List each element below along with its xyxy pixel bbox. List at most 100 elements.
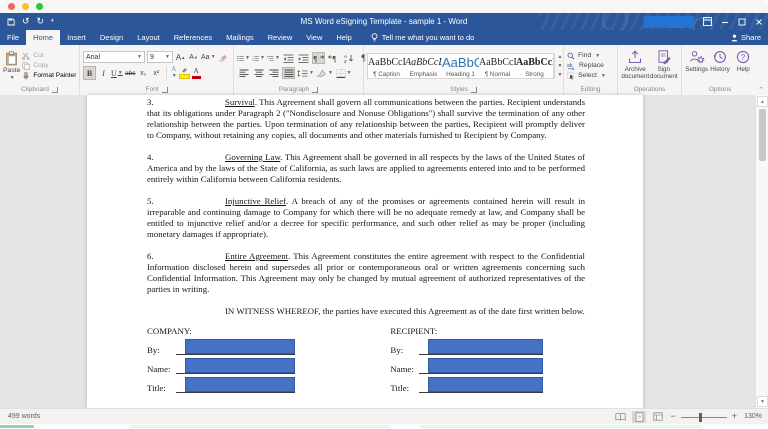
titlebar-controls [644, 13, 763, 30]
vertical-scrollbar[interactable]: ▲ ▼ [755, 95, 768, 408]
scroll-up-icon[interactable]: ▲ [757, 96, 768, 107]
font-size-combobox[interactable]: 9▼ [147, 51, 173, 63]
select-button[interactable]: Select▼ [567, 72, 606, 80]
tab-references[interactable]: References [167, 30, 219, 45]
clear-formatting-icon[interactable] [218, 53, 228, 62]
tab-layout[interactable]: Layout [130, 30, 167, 45]
highlight-color-button[interactable] [179, 67, 190, 79]
redo-icon[interactable]: ↻ [37, 17, 45, 26]
font-family-combobox[interactable]: Arial▼ [83, 51, 145, 63]
tab-insert[interactable]: Insert [60, 30, 93, 45]
align-center-button[interactable] [252, 67, 265, 79]
style-chip-heading1[interactable]: AaBbCcHeading 1 [442, 54, 479, 78]
find-button[interactable]: Find▼ [567, 52, 606, 60]
align-left-button[interactable] [237, 67, 250, 79]
decrease-indent-button[interactable] [282, 52, 295, 64]
italic-button[interactable]: I [98, 67, 109, 79]
tab-file[interactable]: File [0, 30, 26, 45]
sign-in-area[interactable] [644, 16, 694, 28]
web-layout-button[interactable] [651, 411, 665, 423]
underline-button[interactable]: U▼ [111, 67, 123, 79]
sort-button[interactable]: AZ [342, 52, 355, 64]
word-count[interactable]: 499 words [8, 409, 40, 424]
subscript-button[interactable]: x₂ [138, 67, 149, 79]
styles-dialog-launcher[interactable] [471, 87, 477, 93]
esign-field[interactable] [428, 377, 543, 392]
paragraph-number: 3. [147, 97, 225, 108]
font-dialog-launcher[interactable] [162, 87, 168, 93]
archive-document-button[interactable]: Archive document [621, 47, 650, 84]
signature-line [419, 376, 543, 393]
multilevel-list-button[interactable]: ▼ [267, 52, 280, 64]
cut-button[interactable]: Cut [22, 52, 76, 60]
restore-icon[interactable] [738, 18, 746, 26]
tell-me-box[interactable]: Tell me what you want to do [371, 30, 475, 45]
style-chip-normal[interactable]: AaBbCcDd¶ Normal [479, 54, 516, 78]
esign-field[interactable] [428, 339, 543, 354]
paragraph-dialog-launcher[interactable] [312, 87, 318, 93]
change-case-button[interactable]: Aa▼ [201, 51, 216, 63]
tab-mailings[interactable]: Mailings [219, 30, 261, 45]
zoom-in-icon[interactable]: + [732, 412, 737, 421]
ltr-direction-button[interactable]: ¶ [312, 52, 325, 64]
scrollbar-thumb[interactable] [759, 109, 766, 161]
collapse-ribbon-icon[interactable]: ⌃ [758, 86, 764, 94]
increase-indent-button[interactable] [297, 52, 310, 64]
style-chip-caption[interactable]: AaBbCcI¶ Caption [368, 54, 405, 78]
replace-button[interactable]: abReplace [567, 62, 606, 70]
style-chip-emphasis[interactable]: AaBbCcDsEmphasis [405, 54, 442, 78]
ribbon-display-options-icon[interactable] [703, 17, 712, 26]
zoom-slider[interactable] [681, 411, 727, 423]
font-family-value: Arial [86, 54, 100, 61]
superscript-button[interactable]: x² [151, 67, 162, 79]
grow-font-button[interactable]: A▲ [175, 51, 186, 63]
paste-button[interactable]: Paste ▼ [3, 47, 20, 84]
print-layout-button[interactable] [632, 411, 646, 423]
font-color-button[interactable]: A [192, 67, 201, 79]
text-effects-button[interactable]: A▼ [171, 67, 177, 79]
read-mode-button[interactable] [613, 411, 627, 423]
tab-review[interactable]: Review [261, 30, 300, 45]
tab-view[interactable]: View [299, 30, 329, 45]
esign-field[interactable] [185, 339, 295, 354]
clipboard-dialog-launcher[interactable] [52, 87, 58, 93]
scroll-down-icon[interactable]: ▼ [757, 396, 768, 407]
settings-button[interactable]: Settings [685, 47, 708, 84]
sign-document-button[interactable]: Sign document [650, 47, 679, 84]
zoom-traffic-light[interactable] [36, 3, 43, 10]
bullets-button[interactable]: ▼ [237, 52, 250, 64]
share-button[interactable]: Share [731, 30, 761, 45]
numbering-button[interactable]: 123▼ [252, 52, 265, 64]
document-page[interactable]: 3.Survival. This Agreement shall govern … [87, 95, 643, 408]
esign-field[interactable] [185, 377, 295, 392]
minimize-traffic-light[interactable] [22, 3, 29, 10]
zoom-level[interactable]: 130% [742, 413, 762, 420]
format-painter-button[interactable]: Format Painter [22, 72, 76, 80]
minimize-icon[interactable] [721, 18, 729, 26]
zoom-out-icon[interactable]: − [670, 412, 675, 421]
esign-field[interactable] [185, 358, 295, 373]
tab-design[interactable]: Design [93, 30, 130, 45]
close-icon[interactable] [755, 18, 763, 26]
bold-button[interactable]: B [83, 66, 96, 80]
undo-icon[interactable]: ↺ [22, 17, 30, 26]
strikethrough-button[interactable]: abc [125, 67, 136, 79]
copy-button[interactable]: Copy [22, 62, 76, 70]
close-traffic-light[interactable] [8, 3, 15, 10]
tab-home[interactable]: Home [26, 30, 60, 45]
tab-help[interactable]: Help [329, 30, 358, 45]
history-button[interactable]: History [708, 47, 731, 84]
shading-button[interactable]: ▼ [316, 67, 333, 79]
style-chip-strong[interactable]: AaBbCcDsStrong [516, 54, 553, 78]
esign-field[interactable] [428, 358, 543, 373]
borders-button[interactable]: ▼ [335, 67, 352, 79]
rtl-direction-button[interactable]: ¶ [327, 52, 340, 64]
help-button[interactable]: ?Help [732, 47, 755, 84]
justify-button[interactable] [282, 67, 295, 79]
zoom-slider-thumb[interactable] [699, 413, 702, 422]
customize-qat-icon[interactable]: ▾ [51, 19, 54, 24]
shrink-font-button[interactable]: A▼ [188, 51, 199, 63]
align-right-button[interactable] [267, 67, 280, 79]
line-spacing-button[interactable]: ▼ [297, 67, 314, 79]
save-icon[interactable] [7, 18, 15, 26]
